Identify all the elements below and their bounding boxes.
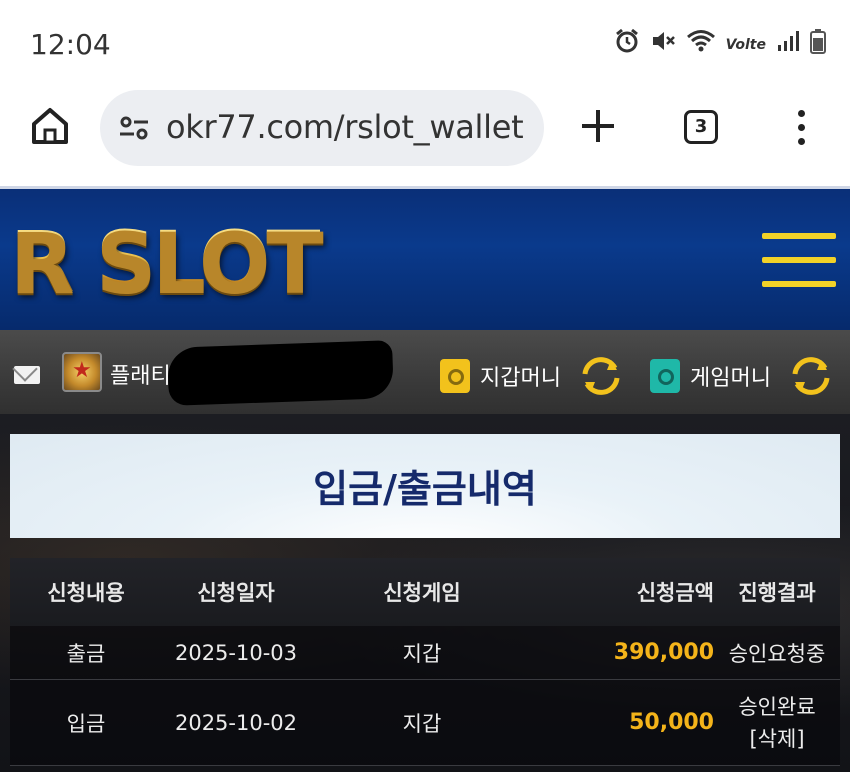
request-type: 출금	[66, 641, 106, 666]
tab-switcher-button[interactable]: 3	[684, 110, 718, 144]
column-header: 신청내용	[47, 581, 125, 605]
site-settings-icon[interactable]	[118, 112, 150, 144]
status-bar: 12:04 Volte	[0, 0, 850, 90]
column-header: 신청일자	[197, 581, 275, 605]
signal-icon	[776, 29, 800, 61]
status-time: 12:04	[30, 28, 111, 61]
browser-menu-button[interactable]	[794, 110, 808, 150]
alarm-icon	[614, 28, 640, 62]
site-header: R SLOT	[0, 186, 850, 330]
new-tab-button[interactable]	[580, 108, 616, 144]
column-header: 신청게임	[383, 581, 461, 605]
plus-icon	[582, 110, 614, 142]
history-table: 신청내용 신청일자 신청게임 신청금액 진행결과 출금 2025-10-03 지…	[10, 558, 840, 766]
refresh-game-icon[interactable]	[789, 354, 833, 398]
status-icons: Volte	[614, 28, 826, 62]
main-content: 입금/출금내역 신청내용 신청일자 신청게임 신청금액 진행결과 출금 2025…	[0, 414, 850, 772]
delete-link[interactable]: [삭제]	[714, 723, 840, 755]
column-header: 진행결과	[738, 581, 816, 605]
request-result-cell: 승인완료 [삭제]	[714, 691, 840, 755]
browser-bar: okr77.com/rslot_wallet 3	[0, 90, 850, 186]
game-money: 게임머니	[650, 354, 833, 398]
home-button[interactable]	[28, 104, 72, 148]
request-amount: 50,000	[629, 710, 714, 735]
site-logo[interactable]: R SLOT	[10, 213, 324, 311]
request-game: 지갑	[402, 711, 442, 736]
request-date: 2025-10-03	[174, 640, 298, 665]
request-result: 승인요청중	[728, 641, 826, 666]
hamburger-menu-button[interactable]	[762, 233, 836, 291]
title-banner: 입금/출금내역	[10, 434, 840, 538]
safe-icon	[440, 359, 470, 393]
battery-icon	[810, 28, 826, 62]
redaction-mark	[167, 340, 394, 406]
request-result: 승인완료	[738, 694, 816, 719]
request-game: 지갑	[402, 641, 442, 666]
rank-badge-icon	[62, 352, 102, 392]
request-amount: 390,000	[613, 640, 714, 665]
wifi-icon	[686, 28, 716, 62]
url-text[interactable]: okr77.com/rslot_wallet	[166, 108, 524, 146]
table-row: 출금 2025-10-03 지갑 390,000 승인요청중	[10, 626, 840, 680]
table-header: 신청내용 신청일자 신청게임 신청금액 진행결과	[10, 558, 840, 626]
column-header: 신청금액	[636, 581, 714, 605]
user-name: 플래티	[110, 364, 171, 389]
page-title: 입금/출금내역	[313, 467, 537, 511]
wallet-money: 지갑머니	[440, 354, 623, 398]
game-money-label: 게임머니	[690, 366, 771, 391]
volte-icon: Volte	[725, 37, 766, 53]
refresh-wallet-icon[interactable]	[579, 354, 623, 398]
mute-icon	[650, 28, 676, 62]
request-type: 입금	[66, 711, 106, 736]
wallet-money-label: 지갑머니	[480, 366, 561, 391]
home-icon	[32, 108, 68, 144]
safe-icon	[650, 359, 680, 393]
request-date: 2025-10-02	[174, 710, 298, 735]
table-row: 입금 2025-10-02 지갑 50,000 승인완료 [삭제]	[10, 680, 840, 766]
mail-icon[interactable]	[14, 366, 40, 384]
user-bar: 플래티 지갑머니 게임머니	[0, 330, 850, 414]
